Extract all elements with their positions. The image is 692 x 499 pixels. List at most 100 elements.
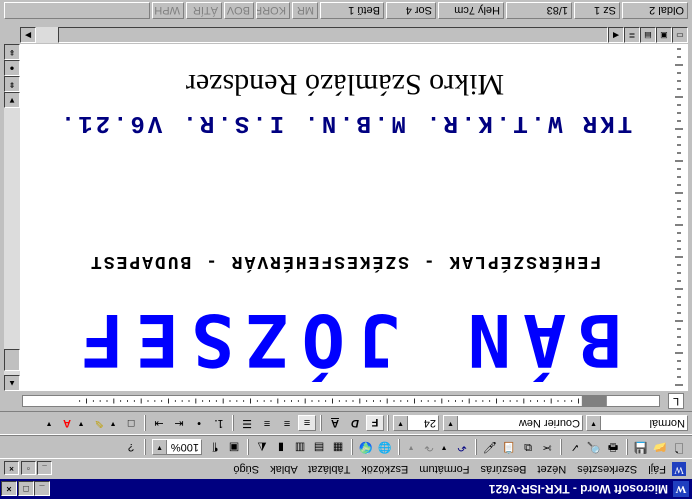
redo-icon[interactable]: ↷	[420, 439, 438, 455]
ruler-scale	[22, 395, 660, 407]
horizontal-ruler[interactable]: L	[0, 391, 692, 411]
font-combo[interactable]: Courier New ▼	[443, 415, 583, 431]
copy-icon[interactable]: ⧉	[519, 439, 537, 455]
status-position: Hely 7cm	[438, 2, 504, 19]
decrease-indent-icon[interactable]: ⇤	[170, 415, 188, 431]
scroll-thumb[interactable]	[4, 349, 20, 371]
print-icon[interactable]: 🖶	[604, 439, 622, 455]
menu-table[interactable]: Táblázat	[308, 463, 350, 475]
columns-icon[interactable]: ▮	[272, 439, 290, 455]
borders-icon[interactable]: □	[122, 415, 140, 431]
justify-icon[interactable]: ☰	[238, 415, 256, 431]
drawing-icon[interactable]: ◭	[253, 439, 271, 455]
horizontal-scroll-thumb[interactable]	[58, 27, 608, 43]
status-extend[interactable]: BOV	[224, 2, 254, 19]
align-left-icon[interactable]: ≡	[298, 415, 316, 431]
menu-file[interactable]: Fájl	[648, 463, 666, 475]
menu-view[interactable]: Nézet	[537, 463, 566, 475]
cut-icon[interactable]: ✂	[538, 439, 556, 455]
minimize-button[interactable]: _	[34, 481, 50, 496]
separator	[626, 439, 628, 455]
spelling-icon[interactable]: ✓	[566, 439, 584, 455]
font-size-combo[interactable]: 24 ▼	[393, 415, 439, 431]
doc-cities-line: FEHÉRSZÉPLAK - SZÉKESFEHÉRVÁR - BUDAPEST	[88, 251, 602, 271]
doc-name-line: BÁN JÓZSEF	[68, 298, 622, 382]
zoom-combo[interactable]: 100% ▼	[152, 439, 202, 455]
vertical-ruler[interactable]	[669, 44, 688, 391]
italic-button[interactable]: D	[346, 415, 364, 431]
font-size-dropdown-icon[interactable]: ▼	[394, 416, 408, 430]
select-browse-object-icon[interactable]: ●	[4, 60, 20, 76]
show-hide-paragraph-icon[interactable]: ¶	[206, 439, 224, 455]
web-toolbar-icon[interactable]: 🌍	[357, 439, 375, 455]
separator	[232, 415, 234, 431]
scroll-right-icon[interactable]: ▶	[20, 27, 36, 43]
redo-dropdown-icon[interactable]: ▼	[402, 439, 420, 455]
horizontal-scroll-track[interactable]: ◀ ▶	[20, 27, 624, 43]
highlight-icon[interactable]: ✎	[90, 415, 108, 431]
align-right-icon[interactable]: ≡	[258, 415, 276, 431]
zoom-value: 100%	[170, 441, 199, 453]
menu-insert[interactable]: Beszúrás	[481, 463, 527, 475]
open-folder-icon[interactable]: 📂	[651, 439, 669, 455]
status-record-macro[interactable]: MR	[292, 2, 318, 19]
status-wp-help[interactable]: WPH	[152, 2, 184, 19]
close-button[interactable]: ×	[1, 481, 17, 496]
vertical-scrollbar[interactable]: ▲ ▼ ⇞ ● ⇟	[4, 44, 20, 391]
insert-excel-icon[interactable]: ▥	[291, 439, 309, 455]
scroll-left-icon[interactable]: ◀	[608, 27, 624, 43]
insert-hyperlink-icon[interactable]: 🌐	[376, 439, 394, 455]
align-center-icon[interactable]: ≡	[278, 415, 296, 431]
font-color-dropdown-icon[interactable]: ▼	[40, 415, 58, 431]
style-dropdown-icon[interactable]: ▼	[587, 416, 601, 430]
word-app-icon[interactable]: W	[673, 481, 689, 497]
menu-edit[interactable]: Szerkesztés	[577, 463, 637, 475]
doc-restore-button[interactable]: ▫	[21, 461, 36, 475]
menu-bar: W Fájl Szerkesztés Nézet Beszúrás Formát…	[0, 459, 692, 479]
scroll-down-icon[interactable]: ▼	[4, 92, 20, 108]
tab-selector-icon[interactable]: L	[668, 393, 684, 409]
font-dropdown-icon[interactable]: ▼	[444, 416, 458, 430]
menu-format[interactable]: Formátum	[419, 463, 469, 475]
document-map-icon[interactable]: ▣	[225, 439, 243, 455]
style-combo[interactable]: Normál ▼	[586, 415, 688, 431]
underline-button[interactable]: A	[326, 415, 344, 431]
menu-tools[interactable]: Eszközök	[361, 463, 408, 475]
increase-indent-icon[interactable]: ⇥	[150, 415, 168, 431]
separator	[320, 415, 322, 431]
print-preview-icon[interactable]: 🔍	[585, 439, 603, 455]
doc-minimize-button[interactable]: _	[37, 461, 52, 475]
doc-close-button[interactable]: ×	[4, 461, 19, 475]
normal-view-icon[interactable]: ▭	[672, 27, 688, 43]
insert-table-icon[interactable]: ▤	[310, 439, 328, 455]
menu-help[interactable]: Súgó	[233, 463, 259, 475]
document-icon[interactable]: W	[672, 462, 686, 476]
web-layout-view-icon[interactable]: ▣	[656, 27, 672, 43]
new-document-icon[interactable]: 🗋	[670, 439, 688, 455]
status-track-changes[interactable]: KORR	[256, 2, 290, 19]
menu-window[interactable]: Ablak	[270, 463, 298, 475]
outline-view-icon[interactable]: ≣	[624, 27, 640, 43]
maximize-button[interactable]: □	[18, 481, 34, 496]
save-icon[interactable]: 💾	[632, 439, 650, 455]
font-size-value: 24	[423, 417, 436, 429]
office-assistant-icon[interactable]: ?	[122, 439, 140, 455]
previous-page-icon[interactable]: ⇞	[4, 76, 20, 92]
status-overtype[interactable]: ÁTÍR	[186, 2, 222, 19]
scroll-up-icon[interactable]: ▲	[4, 375, 20, 391]
separator	[247, 439, 249, 455]
numbering-icon[interactable]: ⒈	[210, 415, 228, 431]
bullets-icon[interactable]: •	[190, 415, 208, 431]
tables-borders-icon[interactable]: ▦	[329, 439, 347, 455]
format-painter-icon[interactable]: 🖌	[481, 439, 499, 455]
document-page[interactable]: BÁN JÓZSEF FEHÉRSZÉPLAK - SZÉKESFEHÉRVÁR…	[20, 44, 670, 391]
page-layout-view-icon[interactable]: ▤	[640, 27, 656, 43]
next-page-icon[interactable]: ⇟	[4, 44, 20, 60]
bold-button[interactable]: F	[366, 415, 384, 431]
font-color-icon[interactable]: A	[58, 415, 76, 431]
status-pages: 1/83	[506, 2, 572, 19]
vertical-ruler-ticks	[675, 48, 683, 386]
undo-icon[interactable]: ↶	[453, 439, 471, 455]
paste-icon[interactable]: 📋	[500, 439, 518, 455]
zoom-dropdown-icon[interactable]: ▼	[153, 440, 167, 454]
